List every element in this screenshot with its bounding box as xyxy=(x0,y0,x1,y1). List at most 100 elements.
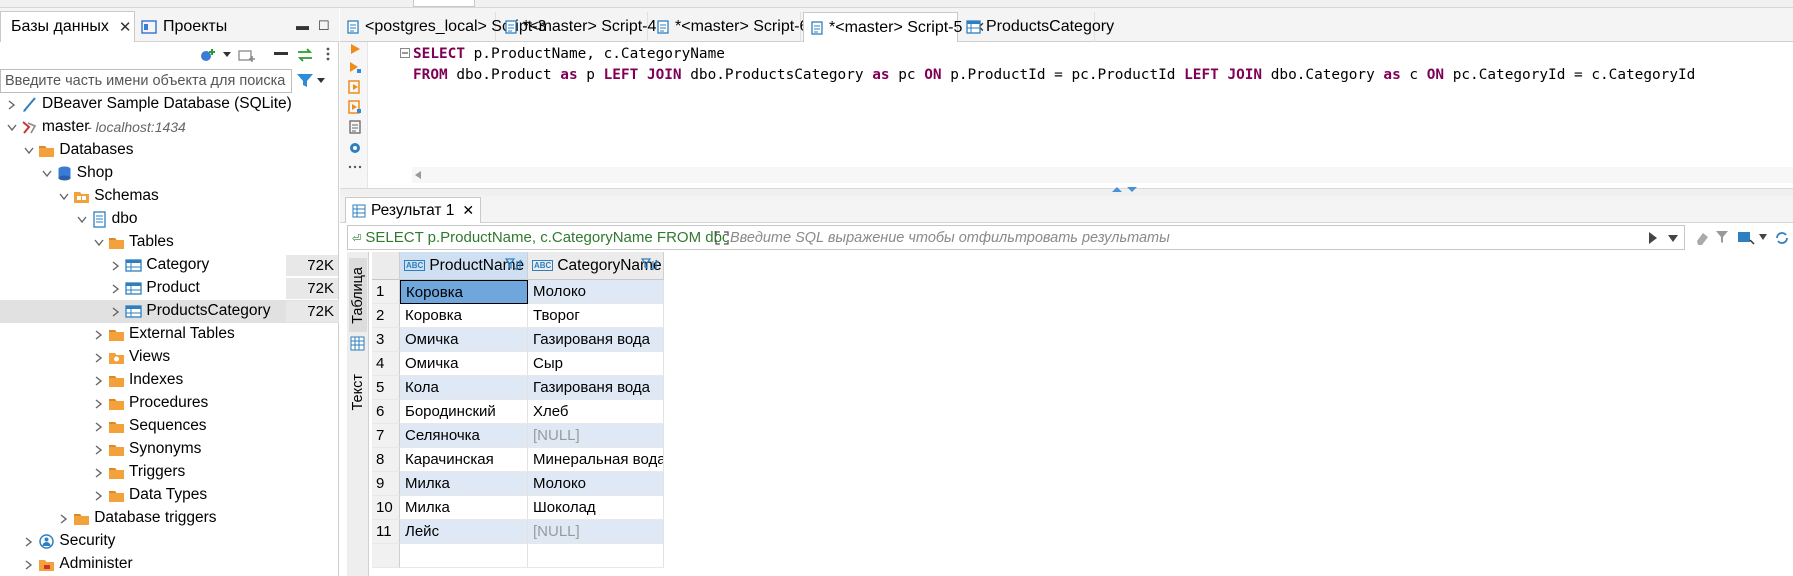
chevron-right-icon[interactable] xyxy=(93,375,105,387)
tree-item[interactable]: Synonyms xyxy=(0,438,339,461)
tree-item[interactable]: External Tables xyxy=(0,323,339,346)
expand-icon[interactable] xyxy=(715,231,729,245)
collapse-all-icon[interactable] xyxy=(274,51,288,57)
execute-script-new-tab-icon[interactable] xyxy=(348,100,362,114)
chevron-down-icon[interactable] xyxy=(1759,234,1767,240)
chevron-down-icon[interactable] xyxy=(222,51,232,59)
chevron-right-icon[interactable] xyxy=(93,352,105,364)
fold-toggle-icon[interactable] xyxy=(400,48,410,58)
row-number[interactable]: 8 xyxy=(372,448,400,472)
chevron-down-icon[interactable] xyxy=(23,145,35,157)
chevron-down-icon[interactable] xyxy=(41,168,53,180)
tab-databases[interactable]: Базы данных ✕ xyxy=(0,11,135,42)
row-number-header[interactable] xyxy=(372,252,400,280)
row-number[interactable]: 10 xyxy=(372,496,400,520)
tab-text-view[interactable]: Текст xyxy=(349,357,367,427)
maximize-icon[interactable]: ☐ xyxy=(318,18,330,34)
chevron-right-icon[interactable] xyxy=(23,536,35,548)
table-row[interactable]: 11 Лейс [NULL] xyxy=(372,520,706,544)
table-row[interactable]: 8 Карачинская Минеральная вода xyxy=(372,448,706,472)
new-folder-icon[interactable] xyxy=(238,47,256,63)
refresh-icon[interactable] xyxy=(1773,229,1791,247)
explain-plan-icon[interactable] xyxy=(348,120,362,134)
row-number[interactable]: 3 xyxy=(372,328,400,352)
table-cell[interactable]: Хлеб xyxy=(528,400,664,424)
editor-tab[interactable]: *<master> Script-4 xyxy=(498,12,656,42)
tree-item[interactable]: Procedures xyxy=(0,392,339,415)
column-header[interactable]: ABC CategoryName xyxy=(528,252,664,280)
column-header[interactable]: ABC ProductName xyxy=(400,252,528,280)
grid-view-icon[interactable] xyxy=(350,336,365,351)
tab-projects[interactable]: Проекты xyxy=(137,11,257,42)
row-number[interactable]: 7 xyxy=(372,424,400,448)
scroll-left-icon[interactable] xyxy=(414,171,422,179)
table-cell[interactable]: Милка xyxy=(400,496,528,520)
tree-item[interactable]: Data Types xyxy=(0,484,339,507)
table-cell[interactable]: Милка xyxy=(400,472,528,496)
minimize-icon[interactable]: ▬ xyxy=(296,18,309,33)
chevron-right-icon[interactable] xyxy=(23,559,35,571)
table-row[interactable]: 2 Коровка Творог xyxy=(372,304,706,328)
row-number[interactable]: 6 xyxy=(372,400,400,424)
tree-item[interactable]: Administer xyxy=(0,553,339,576)
chevron-right-icon[interactable] xyxy=(93,444,105,456)
table-row[interactable]: 10 Милка Шоколад xyxy=(372,496,706,520)
tree-item[interactable]: master - localhost:1434 xyxy=(0,116,339,139)
close-icon[interactable]: ✕ xyxy=(462,202,474,219)
table-cell[interactable]: Омичка xyxy=(400,352,528,376)
table-row[interactable]: 7 Селяночка [NULL] xyxy=(372,424,706,448)
link-editor-icon[interactable] xyxy=(296,47,314,63)
clear-filter-icon[interactable] xyxy=(1694,230,1710,246)
tree-item[interactable]: Security xyxy=(0,530,339,553)
tree-item[interactable]: Sequences xyxy=(0,415,339,438)
filter-settings-icon[interactable] xyxy=(1715,230,1731,246)
table-cell[interactable]: Молоко xyxy=(528,280,664,304)
chevron-right-icon[interactable] xyxy=(58,513,70,525)
table-cell[interactable]: Шоколад xyxy=(528,496,664,520)
column-filter-sort-icon[interactable] xyxy=(505,258,523,272)
tree-item[interactable]: Indexes xyxy=(0,369,339,392)
close-icon[interactable]: ✕ xyxy=(119,18,132,36)
execute-script-icon[interactable] xyxy=(348,80,362,94)
result-query-text[interactable]: ⏎ SELECT p.ProductName, c.CategoryName F… xyxy=(352,229,727,246)
tab-table-view[interactable]: Таблица xyxy=(349,258,367,332)
table-cell[interactable]: [NULL] xyxy=(528,520,664,544)
table-row[interactable]: 6 Бородинский Хлеб xyxy=(372,400,706,424)
filter-history-icon[interactable] xyxy=(1737,230,1755,246)
chevron-down-icon[interactable] xyxy=(58,191,70,203)
editor-horizontal-scrollbar[interactable] xyxy=(412,167,1793,183)
tree-item[interactable]: DBeaver Sample Database (SQLite) xyxy=(0,93,339,116)
chevron-right-icon[interactable] xyxy=(93,398,105,410)
chevron-right-icon[interactable] xyxy=(93,467,105,479)
table-cell[interactable]: Лейс xyxy=(400,520,528,544)
chevron-right-icon[interactable] xyxy=(93,421,105,433)
settings-gear-icon[interactable] xyxy=(348,141,362,155)
new-connection-icon[interactable] xyxy=(200,47,218,63)
row-number[interactable]: 5 xyxy=(372,376,400,400)
row-number[interactable]: 1 xyxy=(372,280,400,304)
apply-filter-icon[interactable] xyxy=(1648,232,1658,244)
row-number[interactable]: 9 xyxy=(372,472,400,496)
tree-item[interactable]: Database triggers xyxy=(0,507,339,530)
chevron-right-icon[interactable] xyxy=(93,490,105,502)
chevron-down-icon[interactable] xyxy=(6,122,18,134)
chevron-right-icon[interactable] xyxy=(110,260,122,272)
editor-tab[interactable]: *<master> Script-6 xyxy=(650,12,808,42)
row-number[interactable]: 4 xyxy=(372,352,400,376)
table-row[interactable]: 9 Милка Молоко xyxy=(372,472,706,496)
result-filter-input[interactable] xyxy=(730,228,1630,248)
editor-tab[interactable]: ProductsCategory xyxy=(960,12,1114,42)
editor-results-splitter[interactable] xyxy=(340,187,1793,196)
tree-item[interactable]: Tables xyxy=(0,231,339,254)
tree-item[interactable]: Shop xyxy=(0,162,339,185)
more-options-icon[interactable] xyxy=(326,46,330,62)
table-cell[interactable]: Коровка xyxy=(400,304,528,328)
tree-item[interactable]: Category 72K xyxy=(0,254,339,277)
column-filter-sort-icon[interactable] xyxy=(641,258,659,272)
table-row[interactable]: 4 Омичка Сыр xyxy=(372,352,706,376)
row-number[interactable]: 2 xyxy=(372,304,400,328)
chevron-right-icon[interactable] xyxy=(110,306,122,318)
table-cell[interactable]: Бородинский xyxy=(400,400,528,424)
table-cell[interactable]: Кола xyxy=(400,376,528,400)
chevron-down-icon[interactable] xyxy=(1668,235,1678,242)
